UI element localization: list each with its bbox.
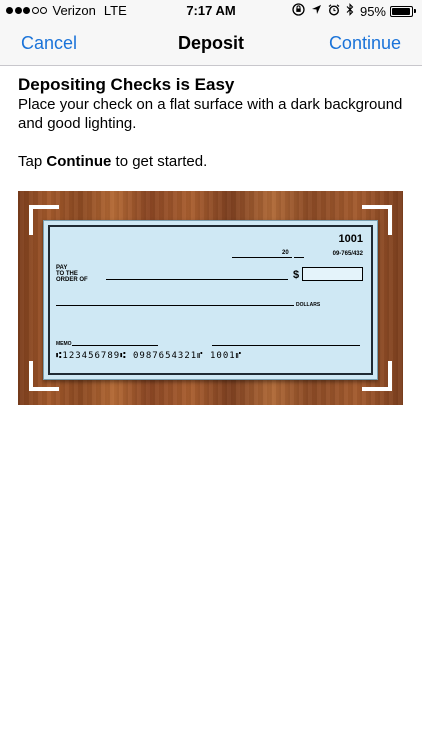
payee-line bbox=[106, 279, 288, 280]
sample-check: 1001 09-765/432 20 PAY TO THE ORDER OF $… bbox=[43, 220, 378, 380]
tap-continue-emphasis: Continue bbox=[46, 153, 112, 170]
dollar-sign: $ bbox=[293, 269, 300, 281]
rotation-lock-icon bbox=[292, 3, 305, 19]
memo-label: MEMO bbox=[56, 341, 72, 347]
battery-percent: 95% bbox=[359, 3, 386, 19]
instructions-heading: Depositing Checks is Easy bbox=[18, 75, 235, 94]
battery-fill bbox=[392, 7, 411, 15]
battery-tip bbox=[414, 9, 416, 13]
status-right: 95% bbox=[286, 3, 416, 19]
check-routing-fraction: 09-765/432 bbox=[332, 251, 363, 257]
micr-line: ⑆123456789⑆ 0987654321⑈ 1001⑈ bbox=[56, 351, 243, 361]
tap-suffix: to get started. bbox=[111, 153, 208, 170]
status-bar: Verizon LTE 7:17 AM 95% bbox=[0, 0, 422, 22]
amount-box bbox=[302, 267, 363, 281]
tap-prefix: Tap bbox=[18, 153, 47, 170]
instructions: Depositing Checks is Easy Place your che… bbox=[18, 74, 408, 171]
check-number: 1001 bbox=[338, 233, 363, 245]
battery-icon bbox=[390, 5, 416, 17]
signature-line bbox=[212, 345, 360, 346]
date-prefix: 20 bbox=[282, 250, 289, 256]
date-line bbox=[294, 257, 304, 258]
check-border: 1001 09-765/432 20 PAY TO THE ORDER OF $… bbox=[48, 225, 373, 375]
cancel-button[interactable]: Cancel bbox=[21, 33, 77, 54]
bluetooth-icon bbox=[346, 3, 354, 19]
battery-body bbox=[390, 5, 413, 17]
instructions-description: Place your check on a flat surface with … bbox=[18, 96, 403, 132]
check-illustration: 1001 09-765/432 20 PAY TO THE ORDER OF $… bbox=[18, 191, 403, 405]
navigation-bar: Cancel Deposit Continue bbox=[0, 22, 422, 66]
date-line bbox=[232, 257, 292, 258]
written-amount-line bbox=[56, 305, 294, 306]
instructions-tap-text: Tap Continue to get started. bbox=[18, 152, 408, 171]
pay-to-label: PAY TO THE ORDER OF bbox=[56, 265, 88, 283]
alarm-icon bbox=[328, 3, 340, 19]
continue-button[interactable]: Continue bbox=[329, 33, 401, 54]
dollars-label: DOLLARS bbox=[296, 302, 321, 308]
memo-line bbox=[72, 345, 158, 346]
pay-label-line: ORDER OF bbox=[56, 277, 88, 283]
location-arrow-icon bbox=[311, 4, 322, 18]
